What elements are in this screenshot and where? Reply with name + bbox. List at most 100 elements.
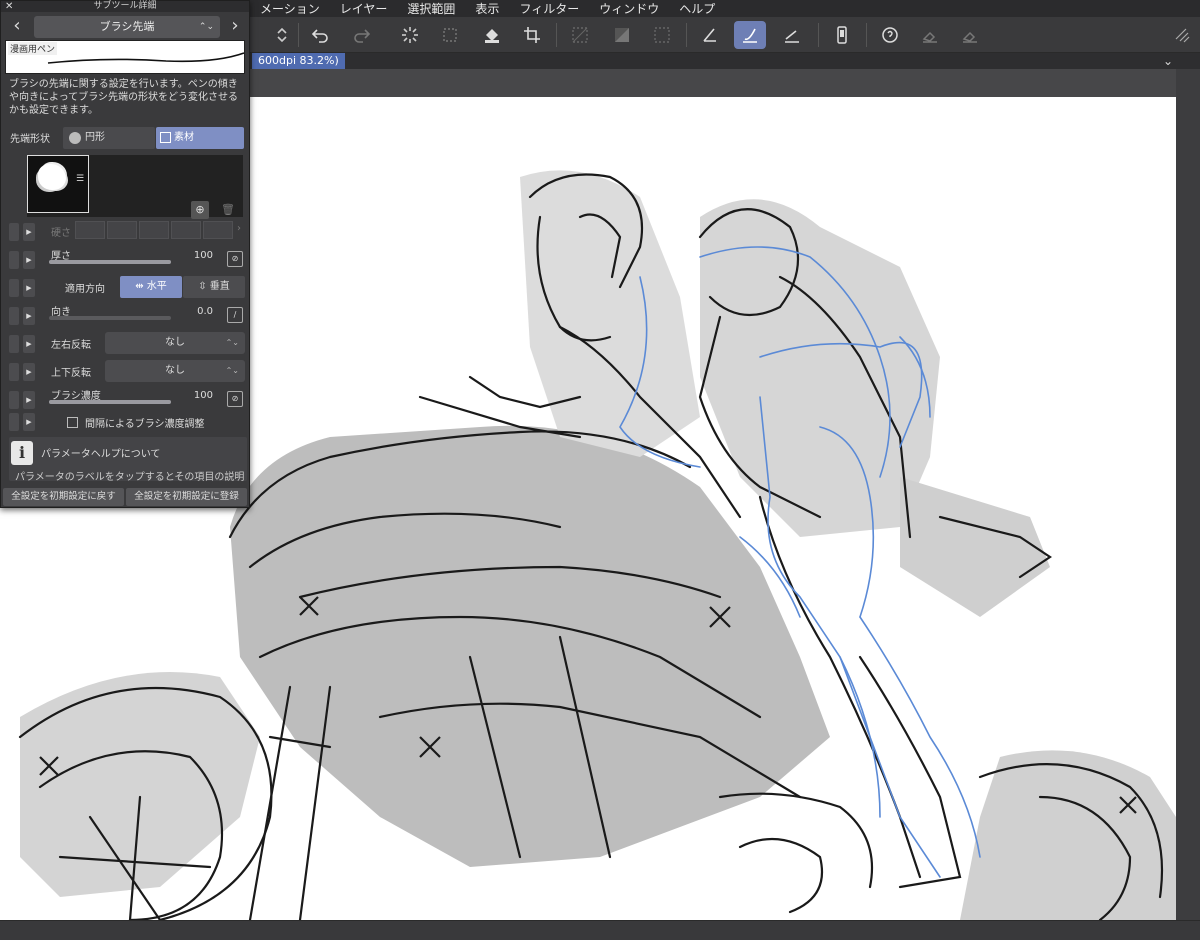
tilt-icon[interactable]: ∕ (227, 307, 243, 323)
expand-arrow-icon[interactable]: ▶ (23, 413, 35, 431)
menu-filter[interactable]: フィルター (509, 0, 589, 17)
toolbar-separator (298, 23, 299, 47)
expand-arrow-icon[interactable]: ▶ (23, 363, 35, 381)
tip-shape-material-option[interactable]: 素材 (156, 127, 244, 149)
help-text: パラメータのラベルをタップするとその項目の説明 (15, 472, 245, 483)
direction-slider[interactable] (49, 316, 171, 320)
horizontal-label: 水平 (146, 281, 167, 292)
param-lock-toggle[interactable] (9, 335, 19, 353)
ruler-icon[interactable] (776, 21, 808, 49)
flip-h-select[interactable]: なし ⌃⌄ (105, 332, 245, 354)
help-title: パラメータヘルプについて (41, 449, 161, 460)
chevron-right-icon[interactable]: › (225, 15, 245, 37)
tip-material-list[interactable]: ☰ ⊕ 🗑 (27, 155, 243, 219)
param-lock-toggle[interactable] (9, 413, 19, 431)
panel-footer: 全設定を初期設定に戻す 全設定を初期設定に登録 (1, 487, 249, 507)
chevron-down-icon[interactable]: ⌄ (1160, 53, 1176, 69)
direction-value: 0.0 (197, 306, 213, 317)
pressure-icon[interactable]: ⊘ (227, 251, 243, 267)
flip-v-label: 上下反転 (51, 368, 91, 379)
param-flip-vertical: ▶ 上下反転 なし ⌃⌄ (1, 357, 249, 385)
param-lock-toggle[interactable] (9, 363, 19, 381)
chevron-left-icon[interactable]: ‹ (7, 15, 27, 37)
hardness-selector[interactable] (75, 221, 233, 239)
subtool-detail-panel: ✕ サブツール詳細 ‹ ブラシ先端 ⌃⌄ › 漫画用ペン ブラシの先端に関する設… (0, 0, 250, 508)
hardness-label: 硬さ (51, 228, 71, 239)
category-select[interactable]: ブラシ先端 ⌃⌄ (34, 16, 220, 38)
param-flip-horizontal: ▶ 左右反転 なし ⌃⌄ (1, 329, 249, 357)
eraser2-icon[interactable] (954, 21, 986, 49)
direction-horizontal-option[interactable]: ⇹ 水平 (120, 276, 182, 298)
redo-icon[interactable] (346, 21, 378, 49)
menu-window[interactable]: ウィンドウ (589, 0, 669, 17)
expand-arrow-icon[interactable]: ▶ (23, 307, 35, 325)
hatch-icon[interactable] (606, 21, 638, 49)
param-direction: ▶ 向き 0.0 ∕ (1, 301, 249, 329)
more-icon[interactable] (1170, 21, 1194, 49)
expand-arrow-icon[interactable]: ▶ (23, 335, 35, 353)
panel-titlebar[interactable]: ✕ サブツール詳細 (1, 1, 249, 12)
interval-density-label: 間隔によるブラシ濃度調整 (85, 419, 205, 430)
flip-h-label: 左右反転 (51, 340, 91, 351)
flip-h-value: なし (165, 337, 185, 348)
menu-animation[interactable]: メーション (250, 0, 330, 17)
category-nav: ‹ ブラシ先端 ⌃⌄ › (1, 12, 249, 40)
vertical-scrollbar[interactable] (1176, 69, 1200, 920)
vertical-label: 垂直 (209, 281, 230, 292)
toolbar-separator (818, 23, 819, 47)
chevron-right-icon[interactable]: › (237, 223, 241, 234)
param-lock-toggle[interactable] (9, 391, 19, 409)
grid-icon[interactable] (646, 21, 678, 49)
flip-v-value: なし (165, 365, 185, 376)
selection-icon[interactable] (564, 21, 596, 49)
direction-vertical-option[interactable]: ⇳ 垂直 (183, 276, 245, 298)
pressure-icon[interactable]: ⊘ (227, 391, 243, 407)
crop-icon[interactable] (516, 21, 548, 49)
expand-arrow-icon[interactable]: ▶ (23, 279, 35, 297)
brush-density-slider[interactable] (49, 400, 171, 404)
expand-arrow-icon[interactable]: ▶ (23, 391, 35, 409)
thickness-value: 100 (193, 250, 213, 261)
param-lock-toggle[interactable] (9, 251, 19, 269)
expand-arrow-icon[interactable]: ▶ (23, 223, 35, 241)
menu-layer[interactable]: レイヤー (330, 0, 398, 17)
document-tab[interactable]: 600dpi 83.2%) (252, 53, 345, 69)
chevron-updown-icon[interactable] (272, 21, 292, 49)
parameter-help[interactable]: i パラメータヘルプについて パラメータのラベルをタップするとその項目の説明 (9, 437, 247, 483)
eraser-icon[interactable] (914, 21, 946, 49)
param-lock-toggle[interactable] (9, 223, 19, 241)
menu-icon[interactable]: ☰ (76, 174, 84, 184)
interval-density-checkbox[interactable] (67, 417, 78, 428)
thickness-slider[interactable] (49, 260, 171, 264)
toolbar-separator (556, 23, 557, 47)
register-default-button[interactable]: 全設定を初期設定に登録 (126, 488, 247, 506)
loading-icon[interactable] (394, 21, 426, 49)
reset-all-button[interactable]: 全設定を初期設定に戻す (3, 488, 124, 506)
vertical-icon: ⇳ (198, 281, 207, 292)
menu-help[interactable]: ヘルプ (669, 0, 725, 17)
tip-shape-circle-option[interactable]: 円形 (63, 127, 155, 149)
apply-direction-label: 適用方向 (65, 284, 105, 295)
device-icon[interactable] (826, 21, 858, 49)
brush-density-value: 100 (193, 390, 213, 401)
status-bar (0, 920, 1200, 940)
menu-selection[interactable]: 選択範囲 (397, 0, 465, 17)
pen-icon[interactable] (694, 21, 726, 49)
expand-arrow-icon[interactable]: ▶ (23, 251, 35, 269)
fill-icon[interactable] (476, 21, 508, 49)
brush-icon[interactable] (734, 21, 766, 49)
flip-v-select[interactable]: なし ⌃⌄ (105, 360, 245, 382)
param-interval-density: ▶ 間隔によるブラシ濃度調整 (1, 413, 249, 431)
undo-icon[interactable] (304, 21, 336, 49)
chevron-updown-icon: ⌃⌄ (198, 22, 214, 32)
transform-icon[interactable] (434, 21, 466, 49)
param-lock-toggle[interactable] (9, 307, 19, 325)
menu-view[interactable]: 表示 (465, 0, 509, 17)
info-icon: i (11, 441, 33, 465)
tip-shape-label: 先端形状 (10, 134, 50, 145)
help-icon[interactable] (874, 21, 906, 49)
param-brush-density: ▶ ブラシ濃度 100 ⊘ (1, 385, 249, 413)
param-lock-toggle[interactable] (9, 279, 19, 297)
tip-material-thumbnail[interactable]: ☰ (27, 155, 89, 213)
tip-shape-row: 先端形状 円形 素材 (1, 125, 249, 151)
